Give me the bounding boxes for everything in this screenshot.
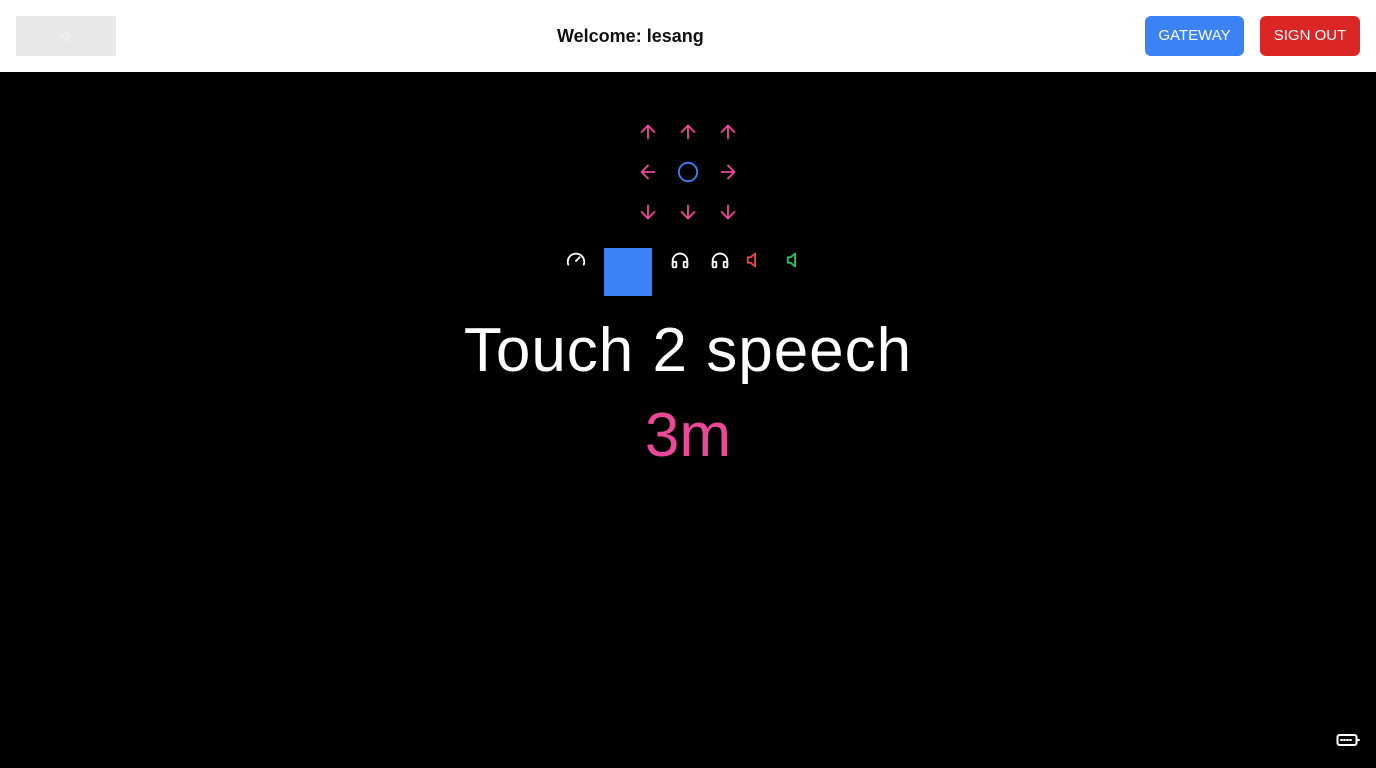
headphones-icon: [671, 252, 689, 269]
sign-out-button[interactable]: SIGN OUT: [1260, 16, 1360, 56]
arrow-up-right-button[interactable]: [716, 120, 740, 144]
arrow-right-button[interactable]: [716, 160, 740, 184]
welcome-text: Welcome: lesang: [557, 26, 704, 46]
keyboard-icon: [1336, 734, 1360, 746]
gateway-button[interactable]: GATEWAY: [1145, 16, 1244, 56]
logo[interactable]: [16, 16, 116, 56]
speaker-on-button[interactable]: [784, 248, 808, 272]
arrow-up-icon: [680, 124, 696, 140]
arrow-up-icon: [720, 124, 736, 140]
speaker-icon: [746, 252, 756, 268]
headphones-button-1[interactable]: [668, 248, 692, 272]
stop-square-button[interactable]: [604, 248, 652, 296]
arrow-left-button[interactable]: [636, 160, 660, 184]
arrow-up-left-button[interactable]: [636, 120, 660, 144]
logo-icon: [59, 29, 73, 43]
keyboard-button[interactable]: [1336, 730, 1360, 750]
speedometer-icon: [566, 252, 586, 266]
arrow-down-icon: [640, 204, 656, 220]
arrow-down-button[interactable]: [676, 200, 700, 224]
arrow-left-icon: [640, 164, 656, 180]
speaker-icon: [786, 252, 796, 268]
arrow-down-icon: [720, 204, 736, 220]
distance-readout: 3m: [644, 401, 732, 470]
headphones-icon: [711, 252, 729, 269]
top-bar: Welcome: lesang GATEWAY SIGN OUT: [0, 0, 1376, 72]
speaker-off-button[interactable]: [744, 248, 768, 272]
arrow-down-icon: [680, 204, 696, 220]
center-stop-button[interactable]: [676, 160, 700, 184]
circle-icon: [677, 161, 699, 183]
page-title: Touch 2 speech: [463, 316, 913, 385]
arrow-up-icon: [640, 124, 656, 140]
speed-button[interactable]: [564, 248, 588, 272]
arrow-down-right-button[interactable]: [716, 200, 740, 224]
arrow-down-left-button[interactable]: [636, 200, 660, 224]
headphones-button-2[interactable]: [708, 248, 732, 272]
arrow-up-button[interactable]: [676, 120, 700, 144]
arrow-right-icon: [720, 164, 736, 180]
